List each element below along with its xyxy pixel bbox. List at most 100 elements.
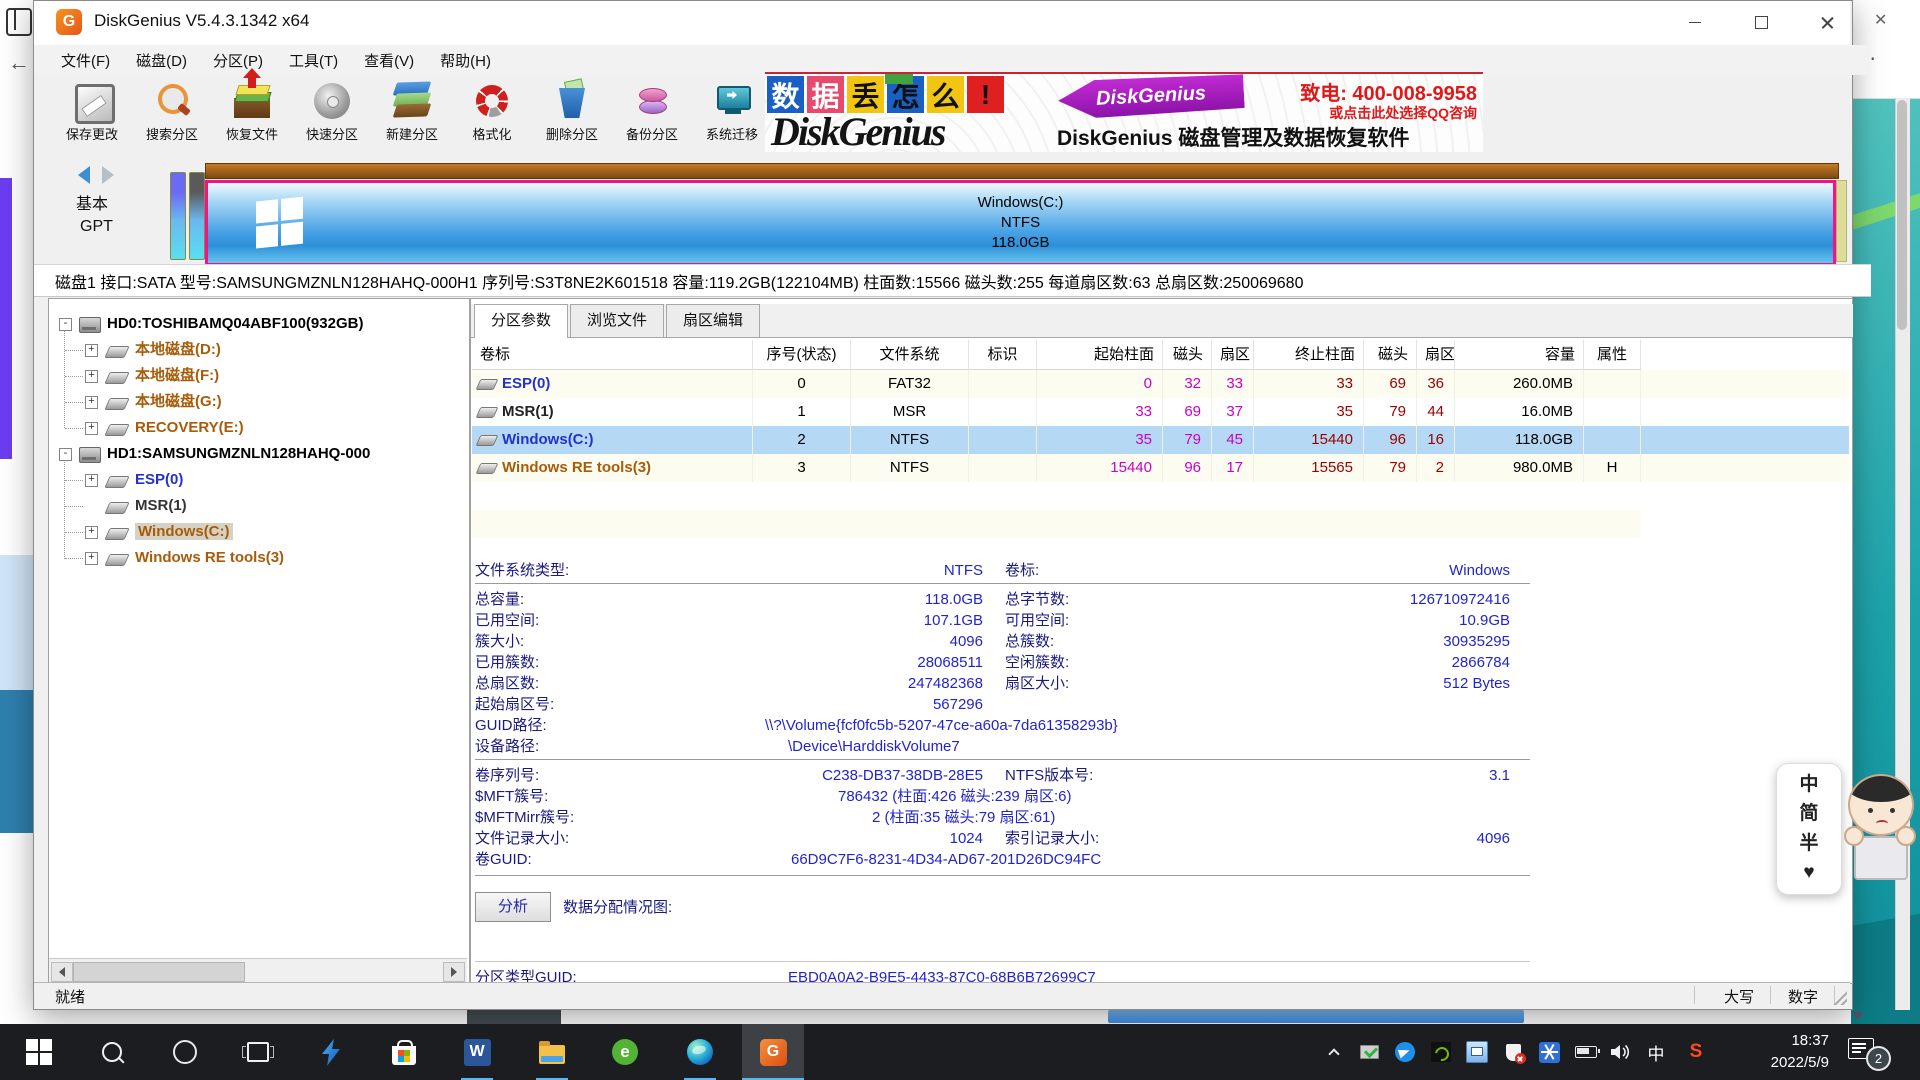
partition-icon [104, 372, 129, 384]
tree-item-windows-c[interactable]: + Windows(C:) [49, 519, 470, 545]
tray-snowflake[interactable] [1534, 1024, 1564, 1080]
tree-item-hd1[interactable]: - HD1:SAMSUNGMZNLN128HAHQ-000 [49, 441, 470, 467]
tray-printer[interactable] [1354, 1024, 1384, 1080]
system-migrate-button[interactable]: 系统迁移 [692, 77, 772, 153]
next-disk-icon[interactable] [102, 166, 114, 184]
divider [475, 583, 1530, 584]
tray-messenger[interactable] [1390, 1024, 1420, 1080]
close-button[interactable] [1796, 1, 1858, 44]
taskbar-app-word[interactable]: W [446, 1024, 508, 1080]
scrollbar-thumb[interactable] [73, 962, 245, 982]
expand-icon[interactable]: + [85, 526, 98, 539]
windows-c-partition-bar[interactable]: Windows(C:) NTFS 118.0GB [205, 180, 1836, 266]
prev-disk-icon[interactable] [78, 166, 90, 184]
tab-sector-edit[interactable]: 扇区编辑 [666, 304, 760, 337]
tree-item-esp[interactable]: + ESP(0) [49, 467, 470, 493]
maximize-button[interactable] [1730, 1, 1792, 44]
back-arrow-icon[interactable]: ← [8, 50, 30, 76]
new-partition-button[interactable]: 新建分区 [372, 77, 452, 153]
table-row-windows-c-selected[interactable]: Windows(C:) 2 NTFS 35 79 45 15440 96 16 … [472, 426, 1849, 454]
ime-mode-halfwidth[interactable]: 半 [1799, 833, 1818, 855]
ime-mode-cn[interactable]: 中 [1799, 774, 1818, 796]
trash-icon [551, 80, 593, 122]
tray-sogou[interactable]: S [1680, 1024, 1712, 1080]
expand-icon[interactable]: + [85, 552, 98, 565]
table-row-esp[interactable]: ESP(0) 0 FAT32 0 32 33 33 69 36 260.0MB [472, 370, 1849, 398]
disk-icon [79, 317, 101, 333]
expand-icon[interactable]: + [85, 344, 98, 357]
background-teal-bar [0, 690, 33, 833]
analyze-button[interactable]: 分析 [475, 892, 551, 922]
tray-ime[interactable]: 中 [1642, 1024, 1670, 1080]
advert-banner[interactable]: 数 据 丢 怎 么 ! DiskGenius 致电: 400-008-9958 … [765, 72, 1483, 152]
menu-disk[interactable]: 磁盘(D) [130, 48, 193, 73]
start-button[interactable] [8, 1024, 70, 1080]
tree-item-local-g[interactable]: + 本地磁盘(G:) [49, 389, 470, 415]
partition-tree-panel: - HD0:TOSHIBAMQ04ABF100(932GB) + 本地磁盘(D:… [48, 298, 470, 984]
ime-mode-simplified[interactable]: 简 [1799, 803, 1818, 825]
tree-item-local-f[interactable]: + 本地磁盘(F:) [49, 363, 470, 389]
menu-file[interactable]: 文件(F) [55, 48, 116, 73]
browser-e-icon: e [612, 1039, 638, 1065]
table-row-windows-re[interactable]: Windows RE tools(3) 3 NTFS 15440 96 17 1… [472, 454, 1849, 482]
tray-graphics[interactable] [1462, 1024, 1492, 1080]
taskbar-clock[interactable]: 18:37 2022/5/9 [1733, 1030, 1829, 1074]
menu-view[interactable]: 查看(V) [358, 48, 420, 73]
tab-partition-params[interactable]: 分区参数 [474, 304, 568, 338]
quick-partition-button[interactable]: 快速分区 [292, 77, 372, 153]
table-row-msr[interactable]: MSR(1) 1 MSR 33 69 37 35 79 44 16.0MB [472, 398, 1849, 426]
delete-partition-button[interactable]: 删除分区 [532, 77, 612, 153]
taskbar-app-explorer[interactable] [521, 1024, 583, 1080]
background-close-icon[interactable]: ✕ [1874, 10, 1887, 30]
task-view-icon [247, 1042, 269, 1062]
minimize-button[interactable] [1664, 1, 1726, 44]
expand-icon[interactable]: + [85, 422, 98, 435]
task-view-button[interactable] [227, 1024, 289, 1080]
tree-item-recovery-e[interactable]: + RECOVERY(E:) [49, 415, 470, 441]
expand-icon[interactable]: + [85, 370, 98, 383]
search-partition-button[interactable]: 搜索分区 [132, 77, 212, 153]
banner-qq-link[interactable]: 或点击此处选择QQ咨询 [1329, 103, 1477, 123]
backup-partition-button[interactable]: 备份分区 [612, 77, 692, 153]
heart-icon[interactable]: ♥ [1803, 862, 1814, 884]
tray-nvidia[interactable] [1426, 1024, 1456, 1080]
format-button[interactable]: 格式化 [452, 77, 532, 153]
tree-horizontal-scrollbar[interactable] [49, 958, 467, 983]
msr-partition-bar[interactable] [189, 172, 205, 260]
status-text: 就绪 [55, 986, 85, 1007]
expand-icon[interactable]: + [85, 474, 98, 487]
scroll-left-icon[interactable] [51, 962, 73, 982]
tree-item-msr[interactable]: MSR(1) [49, 493, 470, 519]
tree-item-local-d[interactable]: + 本地磁盘(D:) [49, 337, 470, 363]
collapse-icon[interactable]: - [59, 318, 72, 331]
taskbar-app-lightning[interactable] [300, 1024, 362, 1080]
cortana-button[interactable] [154, 1024, 216, 1080]
disk-info-bar: 磁盘1 接口:SATA 型号:SAMSUNGMZNLN128HAHQ-000H1… [34, 264, 1871, 297]
esp-partition-bar[interactable] [170, 172, 186, 260]
migrate-icon [711, 80, 753, 122]
taskbar-app-browser[interactable]: e [594, 1024, 656, 1080]
taskbar-app-diskgenius[interactable]: G [742, 1024, 804, 1080]
recover-files-button[interactable]: 恢复文件 [212, 77, 292, 153]
tray-chevron-button[interactable] [1320, 1024, 1348, 1080]
tree-item-windows-re[interactable]: + Windows RE tools(3) [49, 545, 470, 571]
scroll-right-icon[interactable] [443, 962, 465, 982]
taskbar-app-store[interactable] [373, 1024, 435, 1080]
backup-icon [631, 80, 673, 122]
save-changes-button[interactable]: 保存更改 [52, 77, 132, 153]
background-scrollbar-thumb[interactable] [1897, 100, 1907, 330]
background-bottom-strip [0, 1008, 1851, 1024]
tray-volume[interactable] [1606, 1024, 1636, 1080]
menu-help[interactable]: 帮助(H) [434, 48, 497, 73]
menu-tools[interactable]: 工具(T) [283, 48, 344, 73]
ime-float-widget[interactable]: 中 简 半 ♥ [1776, 763, 1842, 895]
taskbar-app-edge[interactable] [669, 1024, 731, 1080]
tray-security[interactable] [1498, 1024, 1528, 1080]
collapse-icon[interactable]: - [59, 448, 72, 461]
taskbar-search-button[interactable] [81, 1024, 143, 1080]
tree-item-hd0[interactable]: - HD0:TOSHIBAMQ04ABF100(932GB) [49, 311, 470, 337]
expand-icon[interactable]: + [85, 396, 98, 409]
tab-browse-files[interactable]: 浏览文件 [570, 304, 664, 337]
tray-battery[interactable] [1570, 1024, 1602, 1080]
background-blue-bar [1108, 1010, 1524, 1023]
